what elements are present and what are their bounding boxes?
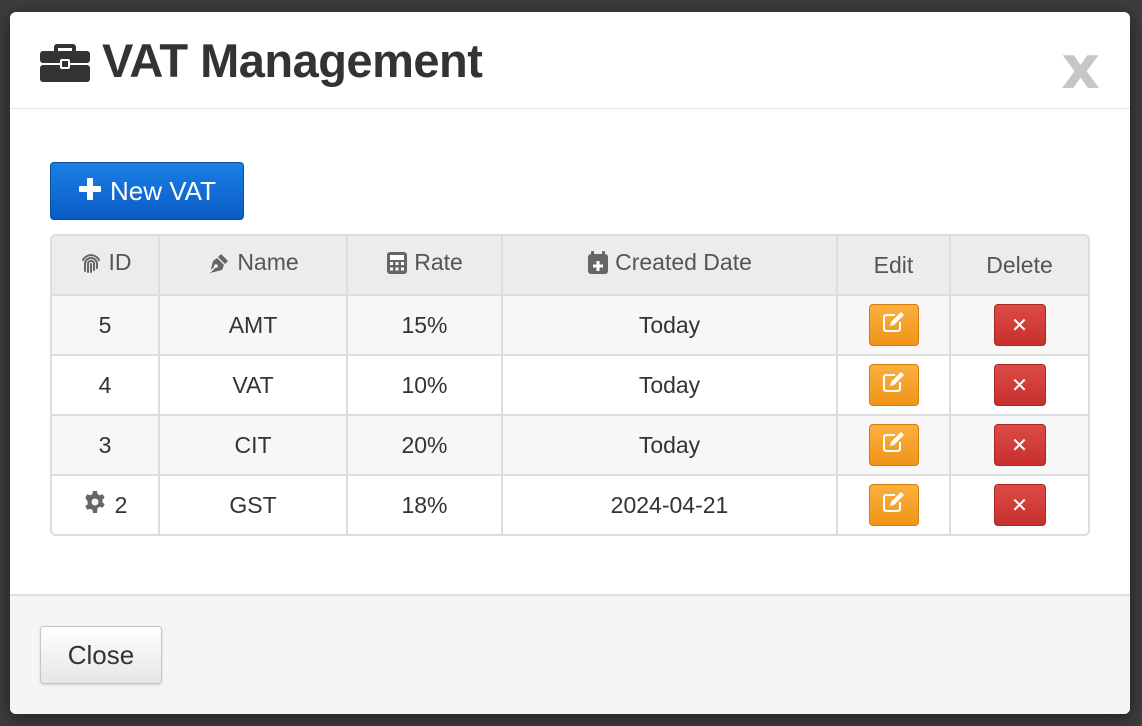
edit-icon xyxy=(882,311,906,339)
cell-id: 2 xyxy=(52,476,160,534)
row-id: 5 xyxy=(98,311,112,338)
cell-created-date: 2024-04-21 xyxy=(503,476,838,534)
column-header-created-date[interactable]: Created Date xyxy=(503,236,838,296)
edit-button[interactable] xyxy=(868,364,919,406)
column-header-name[interactable]: Name xyxy=(160,236,348,296)
modal-close-x-button[interactable]: x xyxy=(1061,38,1100,98)
close-button[interactable]: Close xyxy=(40,626,162,684)
calendar-plus-icon xyxy=(587,250,609,275)
new-vat-button[interactable]: New VAT xyxy=(50,162,244,220)
cell-delete: ✕ xyxy=(951,476,1088,534)
edit-button[interactable] xyxy=(868,304,919,346)
edit-button[interactable] xyxy=(868,424,919,466)
cell-created-date: Today xyxy=(503,416,838,476)
briefcase-icon xyxy=(40,40,90,82)
vat-table: ID Name Rate Created Date Edit Delete 5 … xyxy=(50,234,1090,536)
table-body: 5 AMT 15% Today ✕ 4 VAT 10% Today ✕ 3 CI… xyxy=(52,296,1088,534)
cell-rate: 10% xyxy=(348,356,503,416)
column-header-name-label: Name xyxy=(237,249,299,276)
delete-button[interactable]: ✕ xyxy=(993,304,1046,346)
cell-delete: ✕ xyxy=(951,416,1088,476)
column-header-id-label: ID xyxy=(108,249,132,276)
cell-name: GST xyxy=(160,476,348,534)
edit-button[interactable] xyxy=(868,484,919,526)
column-header-created-label: Created Date xyxy=(615,249,752,276)
column-header-rate[interactable]: Rate xyxy=(348,236,503,296)
table-row[interactable]: 2 GST 18% 2024-04-21 ✕ xyxy=(52,476,1088,534)
table-header-row: ID Name Rate Created Date Edit Delete xyxy=(52,236,1088,296)
delete-button[interactable]: ✕ xyxy=(993,364,1046,406)
delete-button[interactable]: ✕ xyxy=(993,424,1046,466)
cell-rate: 18% xyxy=(348,476,503,534)
cell-edit xyxy=(838,476,951,534)
column-header-edit: Edit xyxy=(838,236,951,296)
cell-id: 5 xyxy=(52,296,160,356)
edit-icon xyxy=(882,491,906,519)
modal-header: VAT Management x xyxy=(10,12,1130,109)
cell-delete: ✕ xyxy=(951,296,1088,356)
table-row[interactable]: 4 VAT 10% Today ✕ xyxy=(52,356,1088,416)
column-header-id[interactable]: ID xyxy=(52,236,160,296)
table-row[interactable]: 5 AMT 15% Today ✕ xyxy=(52,296,1088,356)
delete-button[interactable]: ✕ xyxy=(993,484,1046,526)
cell-id: 4 xyxy=(52,356,160,416)
cell-delete: ✕ xyxy=(951,356,1088,416)
new-vat-label: New VAT xyxy=(110,175,216,206)
edit-icon xyxy=(882,371,906,399)
vat-management-modal: VAT Management x New VAT ID Name Rate Cr… xyxy=(10,12,1130,714)
row-id: 4 xyxy=(98,371,112,398)
row-id: 2 xyxy=(114,491,128,518)
cell-created-date: Today xyxy=(503,356,838,416)
modal-footer: Close xyxy=(10,594,1130,714)
cell-name: CIT xyxy=(160,416,348,476)
close-icon: ✕ xyxy=(1011,434,1028,457)
edit-icon xyxy=(882,431,906,459)
row-id: 3 xyxy=(98,431,112,458)
pen-nib-icon xyxy=(207,251,231,275)
calculator-icon xyxy=(386,251,408,275)
column-header-rate-label: Rate xyxy=(414,249,463,276)
cell-edit xyxy=(838,416,951,476)
modal-title: VAT Management xyxy=(102,34,483,87)
cell-rate: 15% xyxy=(348,296,503,356)
cell-edit xyxy=(838,356,951,416)
cell-edit xyxy=(838,296,951,356)
plus-icon xyxy=(78,175,102,205)
column-header-delete: Delete xyxy=(951,236,1088,296)
close-icon: ✕ xyxy=(1011,314,1028,337)
table-row[interactable]: 3 CIT 20% Today ✕ xyxy=(52,416,1088,476)
cell-rate: 20% xyxy=(348,416,503,476)
cell-created-date: Today xyxy=(503,296,838,356)
cell-id: 3 xyxy=(52,416,160,476)
close-icon: ✕ xyxy=(1011,494,1028,517)
fingerprint-icon xyxy=(79,251,103,275)
close-icon: ✕ xyxy=(1011,374,1028,397)
cell-name: AMT xyxy=(160,296,348,356)
cell-name: VAT xyxy=(160,356,348,416)
gear-icon[interactable] xyxy=(83,490,107,520)
